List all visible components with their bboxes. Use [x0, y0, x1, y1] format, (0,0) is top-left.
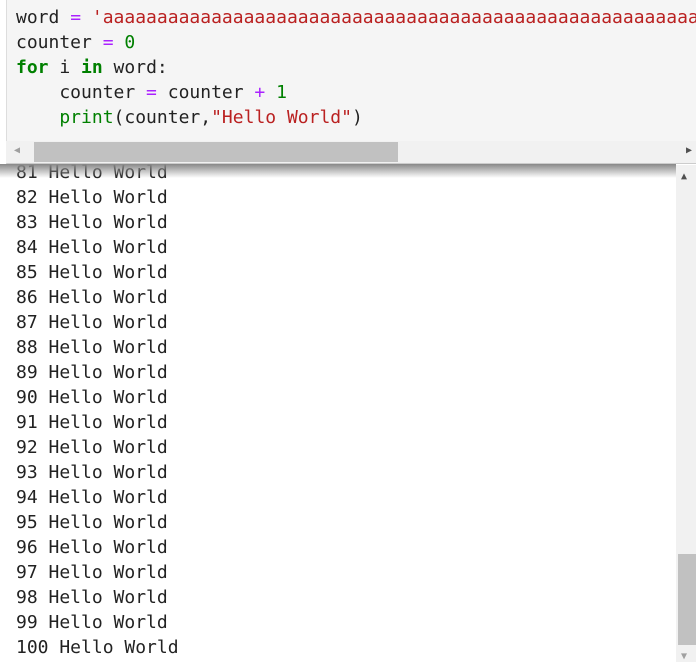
- number: 1: [276, 82, 287, 103]
- output-area: 81 Hello World82 Hello World83 Hello Wor…: [16, 160, 179, 660]
- scroll-up-icon[interactable]: ▲: [681, 171, 687, 182]
- code-line: counter = counter + 1: [16, 80, 287, 105]
- code-cell[interactable]: word = 'aaaaaaaaaaaaaaaaaaaaaaaaaaaaaaaa…: [6, 0, 696, 164]
- output-line: 100 Hello World: [16, 637, 179, 658]
- output-line: 98 Hello World: [16, 587, 168, 608]
- output-line: 86 Hello World: [16, 287, 168, 308]
- output-line: 89 Hello World: [16, 362, 168, 383]
- operator: =: [135, 82, 168, 103]
- code-line: counter = 0: [16, 30, 135, 55]
- output-line: 85 Hello World: [16, 262, 168, 283]
- output-line: 93 Hello World: [16, 462, 168, 483]
- identifier: word: [16, 7, 60, 28]
- horizontal-scroll-thumb[interactable]: [34, 142, 398, 162]
- output-line: 83 Hello World: [16, 212, 168, 233]
- identifier: i: [48, 57, 82, 78]
- identifier: counter: [16, 32, 92, 53]
- output-line: 91 Hello World: [16, 412, 168, 433]
- builtin: print: [16, 107, 114, 128]
- operator: =: [59, 7, 92, 28]
- output-line: 88 Hello World: [16, 337, 168, 358]
- scroll-right-icon[interactable]: ▶: [686, 145, 692, 156]
- scroll-left-icon[interactable]: ◀: [14, 145, 20, 156]
- output-line: 94 Hello World: [16, 487, 168, 508]
- string: 'aaaaaaaaaaaaaaaaaaaaaaaaaaaaaaaaaaaaaaa…: [91, 7, 696, 28]
- identifier: ): [351, 107, 363, 128]
- number: 0: [124, 32, 136, 53]
- output-line: 92 Hello World: [16, 437, 168, 458]
- identifier: counter: [16, 82, 136, 103]
- operator: +: [243, 82, 277, 103]
- code-line: print(counter,"Hello World"): [16, 105, 363, 130]
- output-line: 90 Hello World: [16, 387, 168, 408]
- output-line: 87 Hello World: [16, 312, 168, 333]
- horizontal-scrollbar[interactable]: ◀ ▶: [6, 141, 696, 163]
- string: "Hello World": [211, 107, 352, 128]
- output-line: 99 Hello World: [16, 612, 168, 633]
- output-line: 96 Hello World: [16, 537, 168, 558]
- output-shadow: [0, 164, 676, 178]
- identifier: word:: [102, 57, 168, 78]
- code-line: for i in word:: [16, 55, 168, 80]
- output-line: 97 Hello World: [16, 562, 168, 583]
- output-line: 82 Hello World: [16, 187, 168, 208]
- keyword: in: [81, 57, 103, 78]
- keyword: for: [16, 57, 49, 78]
- vertical-scrollbar[interactable]: ▲ ▼: [676, 165, 696, 662]
- operator: =: [91, 32, 125, 53]
- scroll-down-icon[interactable]: ▼: [681, 651, 687, 662]
- vertical-scroll-thumb[interactable]: [678, 554, 696, 645]
- identifier: (counter,: [113, 107, 212, 128]
- output-line: 95 Hello World: [16, 512, 168, 533]
- identifier: counter: [167, 82, 244, 103]
- code-line: word = 'aaaaaaaaaaaaaaaaaaaaaaaaaaaaaaaa…: [16, 5, 696, 30]
- output-line: 84 Hello World: [16, 237, 168, 258]
